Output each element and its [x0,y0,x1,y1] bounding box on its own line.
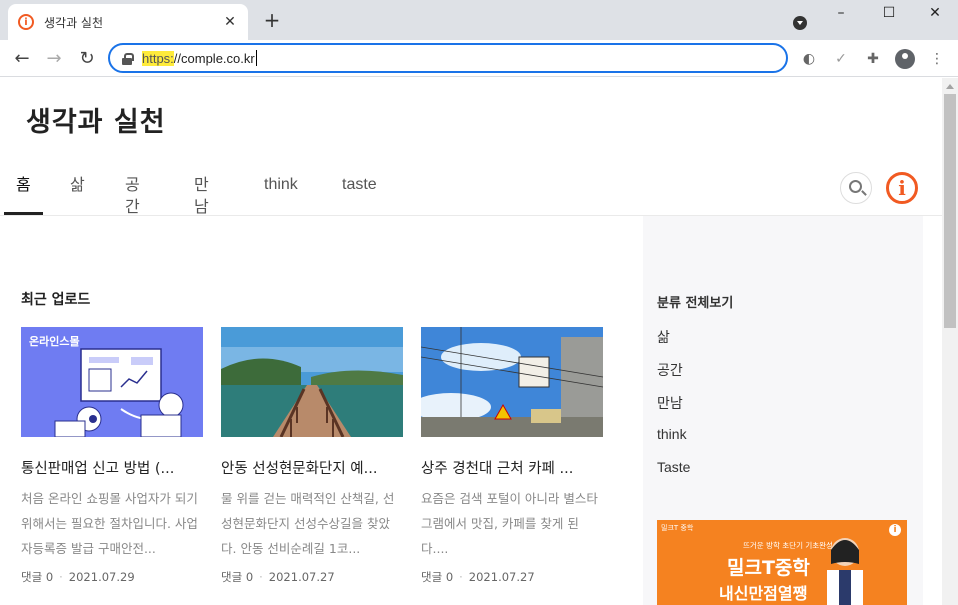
text-caret [255,50,257,66]
post-thumbnail[interactable]: 온라인스몰 [21,327,203,437]
url-text: //comple.co.kr [173,50,255,66]
post-card[interactable]: 안동 선성현문화단지 예... 물 위를 걷는 매력적인 산책길, 선성현문화단… [221,327,403,585]
comment-count: 댓글 0 [221,570,254,584]
banner-tagline: 내신만점열쨍 [719,584,808,603]
category-item[interactable]: Taste [657,459,690,475]
tab-search-icon[interactable] [793,16,807,30]
address-bar[interactable]: https://comple.co.kr [108,43,788,73]
browser-tab[interactable]: i 생각과 실천 ✕ [8,4,248,40]
category-all-link[interactable]: 분류 전체보기 [657,292,733,311]
close-window-button[interactable]: ✕ [912,0,958,28]
comment-count: 댓글 0 [421,570,454,584]
scrollbar-thumb[interactable] [944,94,956,328]
post-title[interactable]: 안동 선성현문화단지 예... [221,457,399,478]
post-title[interactable]: 상주 경천대 근처 카페 ... [421,457,599,478]
blog-logo-icon[interactable]: i [886,172,918,204]
post-card[interactable]: 상주 경천대 근처 카페 ... 요즘은 검색 포털이 아니라 별스타그램에서 … [421,327,603,585]
browser-menu-icon[interactable]: ⋮ [927,49,947,69]
post-summary: 물 위를 걷는 매력적인 산책길, 선성현문화단지 선성수상길을 찾았다. 안동… [221,491,395,556]
lock-icon[interactable] [122,52,134,65]
post-thumbnail[interactable] [221,327,403,437]
post-meta: 댓글 0 · 2021.07.27 [421,570,535,584]
post-card[interactable]: 온라인스몰 통신판매업 신고 방법 (... 처음 온라인 쇼핑몰 사업자가 되… [21,327,203,585]
back-icon[interactable]: ← [10,47,34,71]
mouse-extension-icon[interactable]: ◐ [799,49,819,69]
site-title[interactable]: 생각과 실천 [26,100,166,139]
nav-item-meeting[interactable]: 만남 [194,174,209,216]
browser-tab-strip: i 생각과 실천 ✕ + – ☐ ✕ [0,0,958,40]
minimize-button[interactable]: – [818,0,864,28]
post-summary: 처음 온라인 쇼핑몰 사업자가 되기 위해서는 필요한 절차입니다. 사업자등록… [21,491,198,556]
nav-item-taste[interactable]: taste [342,174,377,215]
comment-count: 댓글 0 [21,570,54,584]
category-item[interactable]: 만남 [657,393,683,413]
category-item[interactable]: 삶 [657,327,670,347]
browser-toolbar: ← → ↻ https://comple.co.kr ◐ ✓ ✚ ⋮ [0,40,958,77]
post-summary: 요즘은 검색 포털이 아니라 별스타그램에서 맛집, 카페를 찾게 된다.... [421,491,598,556]
category-item[interactable]: 공간 [657,360,683,380]
post-meta: 댓글 0 · 2021.07.27 [221,570,335,584]
web-page: 생각과 실천 홈 삶 공간 만남 think taste i 최근 업로드 온라… [0,78,942,605]
lake-boardwalk-photo [221,327,403,437]
url-scheme: https: [142,50,174,66]
new-tab-button[interactable]: + [262,10,282,30]
favicon-icon: i [18,14,34,30]
nav-item-life[interactable]: 삶 [70,174,85,215]
post-title[interactable]: 통신판매업 신고 방법 (... [21,457,199,478]
recent-heading: 최근 업로드 [21,292,91,308]
student-figure [827,538,863,605]
profile-avatar-icon[interactable] [895,49,915,69]
category-item[interactable]: think [657,426,687,442]
nav-item-home[interactable]: 홈 [4,174,43,215]
post-meta: 댓글 0 · 2021.07.29 [21,570,135,584]
search-button[interactable] [840,172,872,204]
ad-banner[interactable]: 밀크T 중학 뜨거운 방학 초단기 기초완성 밀크T중학 내신만점열쨍 i [657,520,907,605]
maximize-button[interactable]: ☐ [866,0,912,28]
post-date: 2021.07.27 [468,570,535,584]
close-tab-icon[interactable]: ✕ [222,14,238,30]
reload-icon[interactable]: ↻ [75,47,99,71]
thumb-label: 온라인스몰 [29,334,80,348]
post-thumbnail[interactable] [421,327,603,437]
tab-title: 생각과 실천 [44,15,104,30]
post-date: 2021.07.27 [268,570,335,584]
extensions-puzzle-icon[interactable]: ✚ [863,49,883,69]
banner-brand: 밀크T 중학 [661,524,694,532]
check-extension-icon[interactable]: ✓ [831,49,851,69]
nav-item-space[interactable]: 공간 [125,174,140,216]
online-shop-illustration: 온라인스몰 [29,334,184,437]
banner-headline: 밀크T중학 [727,557,810,579]
street-cafe-photo [421,327,603,437]
scroll-up-arrow-icon[interactable] [946,84,954,89]
forward-icon[interactable]: → [42,47,66,71]
ad-info-icon[interactable]: i [889,524,901,536]
nav-item-think[interactable]: think [264,174,298,215]
post-date: 2021.07.29 [68,570,135,584]
